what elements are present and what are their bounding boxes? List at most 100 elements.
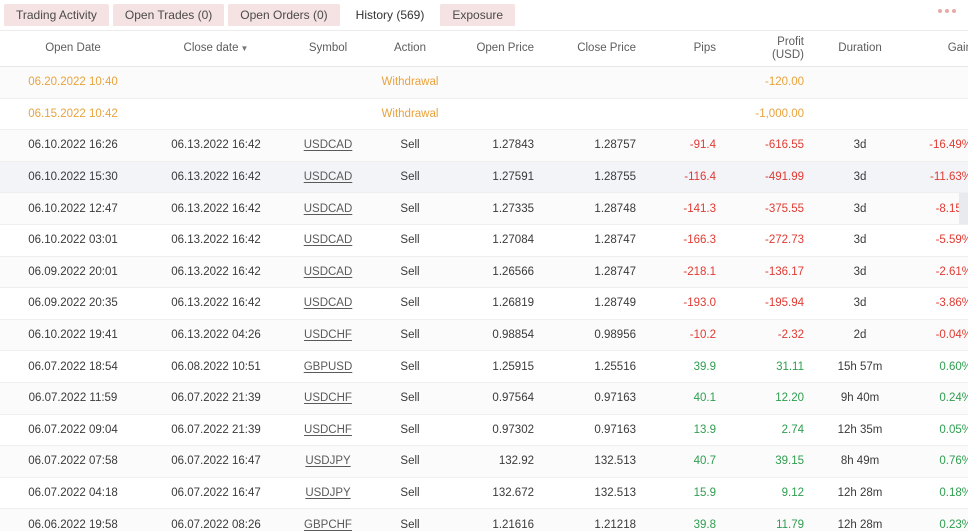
column-header-open-price[interactable]: Open Price xyxy=(450,31,552,67)
cell-gain: -0.04% xyxy=(900,319,968,351)
tab-open-orders-0[interactable]: Open Orders (0) xyxy=(228,4,339,26)
symbol-link[interactable]: USDCAD xyxy=(304,171,353,183)
table-row[interactable]: 06.20.2022 10:40Withdrawal-120.00 xyxy=(0,67,968,99)
symbol-link[interactable]: USDCHF xyxy=(304,392,352,404)
tab-open-trades-0[interactable]: Open Trades (0) xyxy=(113,4,224,26)
symbol-link[interactable]: USDJPY xyxy=(305,487,350,499)
symbol-link[interactable]: USDJPY xyxy=(305,455,350,467)
cell-duration xyxy=(820,98,900,130)
cell-open-price: 0.97302 xyxy=(450,414,552,446)
cell-close-date: 06.07.2022 08:26 xyxy=(146,509,286,531)
cell-action: Withdrawal xyxy=(370,98,450,130)
cell-symbol: USDCAD xyxy=(286,130,370,162)
symbol-link[interactable]: USDCHF xyxy=(304,424,352,436)
cell-duration: 2d xyxy=(820,319,900,351)
cell-close-date: 06.13.2022 16:42 xyxy=(146,161,286,193)
cell-profit: -2.32 xyxy=(728,319,820,351)
cell-symbol: USDCHF xyxy=(286,382,370,414)
symbol-link[interactable]: USDCAD xyxy=(304,297,353,309)
table-row[interactable]: 06.10.2022 15:3006.13.2022 16:42USDCADSe… xyxy=(0,161,968,193)
tab-history-569[interactable]: History (569) xyxy=(344,4,437,26)
cell-symbol: GBPUSD xyxy=(286,351,370,383)
symbol-link[interactable]: USDCAD xyxy=(304,234,353,246)
cell-open-price: 1.26566 xyxy=(450,256,552,288)
cell-open-price: 1.27843 xyxy=(450,130,552,162)
column-header-duration[interactable]: Duration xyxy=(820,31,900,67)
tab-bar: Trading ActivityOpen Trades (0)Open Orde… xyxy=(0,0,968,31)
cell-action: Sell xyxy=(370,351,450,383)
column-label-pips: Pips xyxy=(654,42,716,55)
overflow-menu-icon[interactable] xyxy=(938,9,956,13)
table-header: Open Date Close date▼ Symbol Action Open… xyxy=(0,31,968,67)
table-row[interactable]: 06.07.2022 11:5906.07.2022 21:39USDCHFSe… xyxy=(0,382,968,414)
cell-open-date: 06.10.2022 19:41 xyxy=(0,319,146,351)
tab-exposure[interactable]: Exposure xyxy=(440,4,515,26)
column-label-close-date: Close date▼ xyxy=(146,42,286,55)
cell-duration: 12h 28m xyxy=(820,477,900,509)
symbol-link[interactable]: GBPUSD xyxy=(304,361,353,373)
cell-gain: -16.49% xyxy=(900,130,968,162)
cell-profit: -272.73 xyxy=(728,224,820,256)
symbol-link[interactable]: USDCAD xyxy=(304,203,353,215)
cell-open-date: 06.20.2022 10:40 xyxy=(0,67,146,99)
table-row[interactable]: 06.10.2022 03:0106.13.2022 16:42USDCADSe… xyxy=(0,224,968,256)
cell-close-price: 1.21218 xyxy=(552,509,654,531)
column-label-profit-line1: Profit xyxy=(728,36,804,49)
column-label-duration: Duration xyxy=(820,42,900,55)
cell-symbol: GBPCHF xyxy=(286,509,370,531)
column-header-profit[interactable]: Profit (USD) xyxy=(728,31,820,67)
cell-pips: -116.4 xyxy=(654,161,728,193)
column-header-pips[interactable]: Pips xyxy=(654,31,728,67)
cell-gain: -3.86% xyxy=(900,288,968,320)
column-header-close-price[interactable]: Close Price xyxy=(552,31,654,67)
table-row[interactable]: 06.10.2022 19:4106.13.2022 04:26USDCHFSe… xyxy=(0,319,968,351)
cell-profit: 12.20 xyxy=(728,382,820,414)
cell-gain: 0.60% xyxy=(900,351,968,383)
dot-3 xyxy=(952,9,956,13)
cell-pips: -193.0 xyxy=(654,288,728,320)
column-header-open-date[interactable]: Open Date xyxy=(0,31,146,67)
table-row[interactable]: 06.09.2022 20:3506.13.2022 16:42USDCADSe… xyxy=(0,288,968,320)
symbol-link[interactable]: USDCAD xyxy=(304,266,353,278)
column-label-profit-line2: (USD) xyxy=(728,49,804,62)
symbol-link[interactable]: GBPCHF xyxy=(304,519,352,531)
cell-symbol xyxy=(286,98,370,130)
tab-trading-activity[interactable]: Trading Activity xyxy=(4,4,109,26)
table-row[interactable]: 06.07.2022 09:0406.07.2022 21:39USDCHFSe… xyxy=(0,414,968,446)
column-header-symbol[interactable]: Symbol xyxy=(286,31,370,67)
column-header-close-date[interactable]: Close date▼ xyxy=(146,31,286,67)
column-header-gain[interactable]: Gain xyxy=(900,31,968,67)
cell-pips: 13.9 xyxy=(654,414,728,446)
table-row[interactable]: 06.06.2022 19:5806.07.2022 08:26GBPCHFSe… xyxy=(0,509,968,531)
cell-duration: 3d xyxy=(820,130,900,162)
cell-open-price: 0.98854 xyxy=(450,319,552,351)
cell-open-price: 0.97564 xyxy=(450,382,552,414)
cell-gain: -2.61% xyxy=(900,256,968,288)
cell-close-price: 1.28755 xyxy=(552,161,654,193)
cell-open-price: 1.25915 xyxy=(450,351,552,383)
cell-open-date: 06.07.2022 04:18 xyxy=(0,477,146,509)
table-row[interactable]: 06.07.2022 07:5806.07.2022 16:47USDJPYSe… xyxy=(0,446,968,478)
cell-open-date: 06.07.2022 18:54 xyxy=(0,351,146,383)
table-row[interactable]: 06.09.2022 20:0106.13.2022 16:42USDCADSe… xyxy=(0,256,968,288)
dot-1 xyxy=(938,9,942,13)
table-row[interactable]: 06.07.2022 18:5406.08.2022 10:51GBPUSDSe… xyxy=(0,351,968,383)
table-row[interactable]: 06.10.2022 16:2606.13.2022 16:42USDCADSe… xyxy=(0,130,968,162)
symbol-link[interactable]: USDCHF xyxy=(304,329,352,341)
cell-duration: 3d xyxy=(820,161,900,193)
cell-close-price xyxy=(552,98,654,130)
cell-gain: -11.63% xyxy=(900,161,968,193)
table-row[interactable]: 06.15.2022 10:42Withdrawal-1,000.00 xyxy=(0,98,968,130)
cell-close-date xyxy=(146,98,286,130)
history-table-container[interactable]: Open Date Close date▼ Symbol Action Open… xyxy=(0,31,968,531)
cell-gain: -8.15% xyxy=(900,193,968,225)
column-header-action[interactable]: Action xyxy=(370,31,450,67)
sort-desc-icon: ▼ xyxy=(241,44,249,53)
table-row[interactable]: 06.07.2022 04:1806.07.2022 16:47USDJPYSe… xyxy=(0,477,968,509)
cell-open-date: 06.10.2022 12:47 xyxy=(0,193,146,225)
symbol-link[interactable]: USDCAD xyxy=(304,139,353,151)
table-row[interactable]: 06.10.2022 12:4706.13.2022 16:42USDCADSe… xyxy=(0,193,968,225)
cell-pips: 40.1 xyxy=(654,382,728,414)
cell-open-date: 06.06.2022 19:58 xyxy=(0,509,146,531)
vertical-scrollbar[interactable] xyxy=(959,193,968,224)
